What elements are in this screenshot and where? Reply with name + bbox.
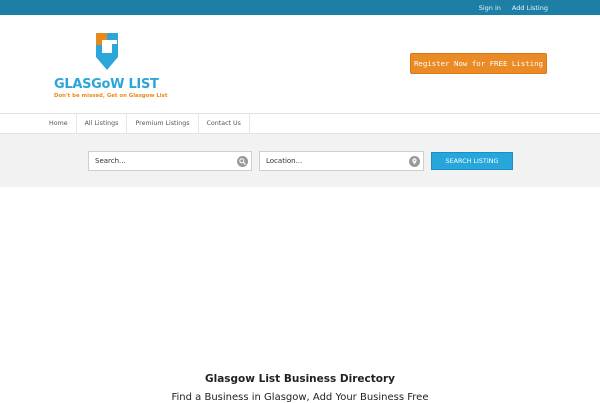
search-band: SEARCH LISTING xyxy=(0,134,600,187)
top-bar: Sign in Add Listing xyxy=(0,0,600,15)
site-logo[interactable]: GLASGoW LIST Don't be missed, Get on Gla… xyxy=(52,30,172,100)
nav-item-premium-listings[interactable]: Premium Listings xyxy=(127,114,199,133)
logo-title: GLASGoW LIST xyxy=(54,77,159,92)
map-pin-letter-g-icon xyxy=(96,33,118,70)
main-content: Glasgow List Business Directory Find a B… xyxy=(0,187,600,403)
sign-in-link[interactable]: Sign in xyxy=(479,4,501,12)
top-links: Sign in Add Listing xyxy=(479,1,548,14)
directory-title: Glasgow List Business Directory xyxy=(204,373,396,385)
nav-item-all-listings[interactable]: All Listings xyxy=(77,114,128,133)
logo-tagline: Don't be missed, Get on Glasgow List xyxy=(54,93,168,99)
location-search-field xyxy=(259,151,424,171)
add-listing-link[interactable]: Add Listing xyxy=(512,4,548,12)
main-nav: Home All Listings Premium Listings Conta… xyxy=(0,113,600,134)
search-input[interactable] xyxy=(89,152,251,170)
location-input[interactable] xyxy=(260,152,423,170)
site-header: GLASGoW LIST Don't be missed, Get on Gla… xyxy=(0,15,600,113)
nav-item-contact-us[interactable]: Contact Us xyxy=(199,114,250,133)
nav-items: Home All Listings Premium Listings Conta… xyxy=(41,114,250,133)
nav-item-home[interactable]: Home xyxy=(41,114,77,133)
keyword-search-field xyxy=(88,151,252,171)
location-pin-icon[interactable] xyxy=(409,156,420,167)
directory-subtitle: Find a Business in Glasgow, Add Your Bus… xyxy=(171,392,429,403)
register-free-listing-button[interactable]: Register Now for FREE Listing xyxy=(410,53,547,74)
search-listing-button[interactable]: SEARCH LISTING xyxy=(431,152,513,170)
search-icon[interactable] xyxy=(237,156,248,167)
